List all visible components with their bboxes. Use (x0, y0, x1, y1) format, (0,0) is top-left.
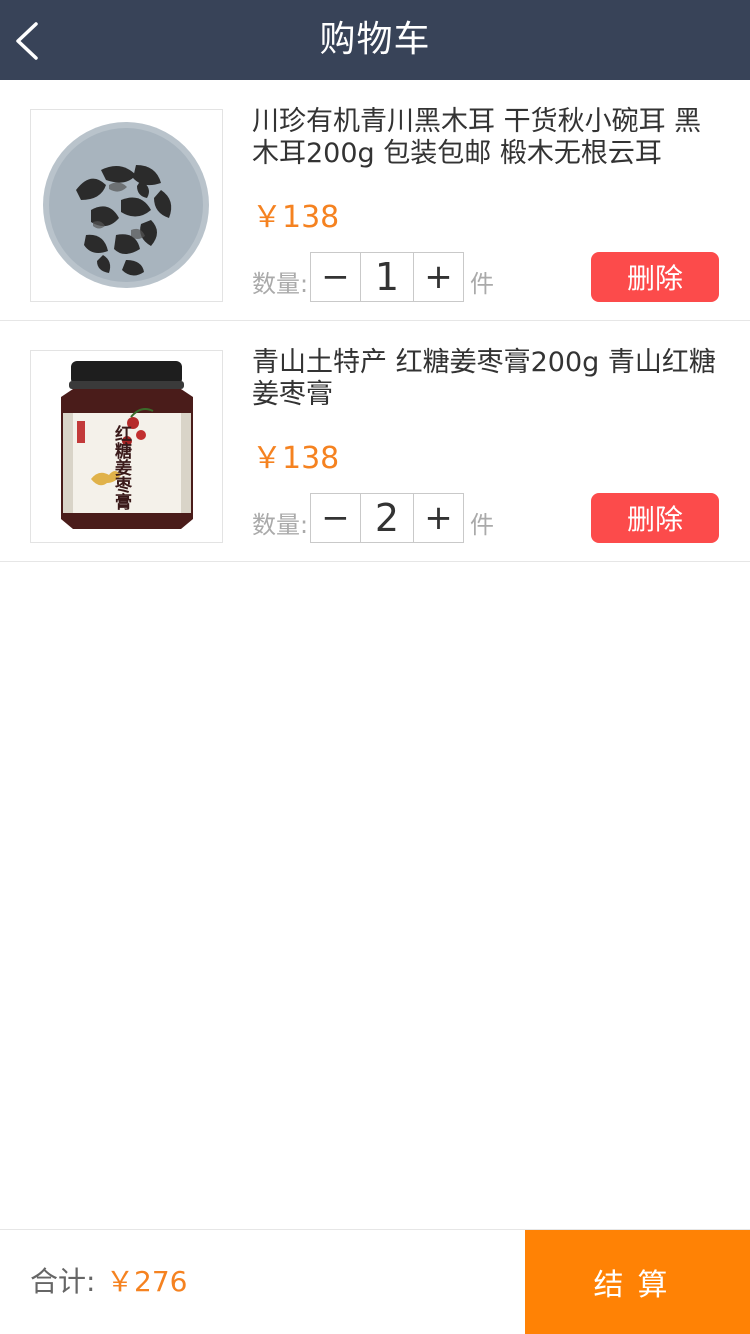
unit-label: 件 (470, 270, 494, 298)
quantity-stepper: − 2 + (310, 493, 464, 543)
checkout-button[interactable]: 结算 (525, 1230, 750, 1334)
decrease-quantity-button[interactable]: − (310, 493, 361, 543)
product-name[interactable]: 川珍有机青川黑木耳 干货秋小碗耳 黑木耳200g 包装包邮 椴木无根云耳 (252, 106, 722, 170)
jar-label-text: 红糖姜枣膏 (111, 425, 131, 510)
increase-quantity-button[interactable]: + (413, 493, 464, 543)
unit-label: 件 (470, 511, 494, 539)
quantity-value[interactable]: 1 (360, 252, 414, 302)
cart-item: 川珍有机青川黑木耳 干货秋小碗耳 黑木耳200g 包装包邮 椴木无根云耳 ￥13… (0, 80, 750, 321)
quantity-value[interactable]: 2 (360, 493, 414, 543)
total-price: ￥276 (106, 1265, 188, 1298)
product-price: ￥138 (252, 441, 340, 476)
top-nav-bar: 购物车 (0, 0, 750, 80)
total-label: 合计: (30, 1265, 96, 1298)
page-title: 购物车 (319, 19, 431, 60)
quantity-label: 数量: (252, 511, 309, 539)
cart-item: 红糖姜枣膏 青山土特产 红糖姜枣膏200g 青山红糖姜枣膏 ￥138 数量: −… (0, 321, 750, 562)
product-image-ginger-jujube-paste[interactable]: 红糖姜枣膏 (30, 350, 223, 543)
quantity-label: 数量: (252, 270, 309, 298)
quantity-stepper: − 1 + (310, 252, 464, 302)
cart-list: 川珍有机青川黑木耳 干货秋小碗耳 黑木耳200g 包装包邮 椴木无根云耳 ￥13… (0, 80, 750, 562)
increase-quantity-button[interactable]: + (413, 252, 464, 302)
product-price: ￥138 (252, 200, 340, 235)
delete-button[interactable]: 删除 (591, 493, 719, 543)
checkout-bar: 合计: ￥276 结算 (0, 1229, 750, 1334)
delete-button[interactable]: 删除 (591, 252, 719, 302)
decrease-quantity-button[interactable]: − (310, 252, 361, 302)
product-name[interactable]: 青山土特产 红糖姜枣膏200g 青山红糖姜枣膏 (252, 347, 722, 411)
product-image-black-fungus[interactable] (30, 109, 223, 302)
